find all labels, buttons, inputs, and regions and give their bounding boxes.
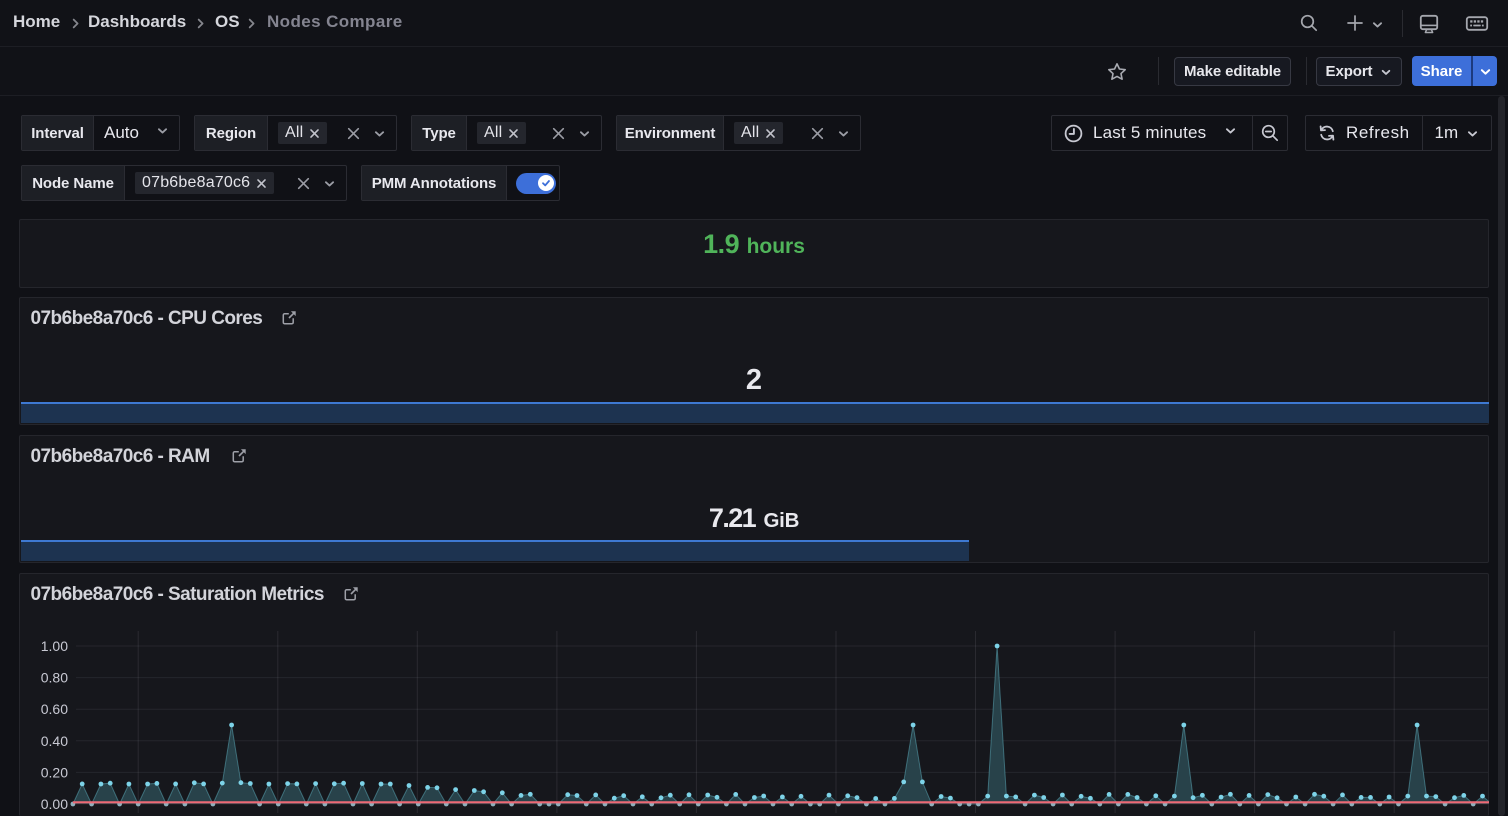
svg-text:0.00: 0.00 (41, 796, 68, 812)
svg-text:0.80: 0.80 (41, 670, 68, 686)
svg-text:0.20: 0.20 (41, 764, 68, 780)
svg-text:0.40: 0.40 (41, 733, 68, 749)
svg-text:1.00: 1.00 (41, 638, 68, 654)
svg-text:0.60: 0.60 (41, 701, 68, 717)
